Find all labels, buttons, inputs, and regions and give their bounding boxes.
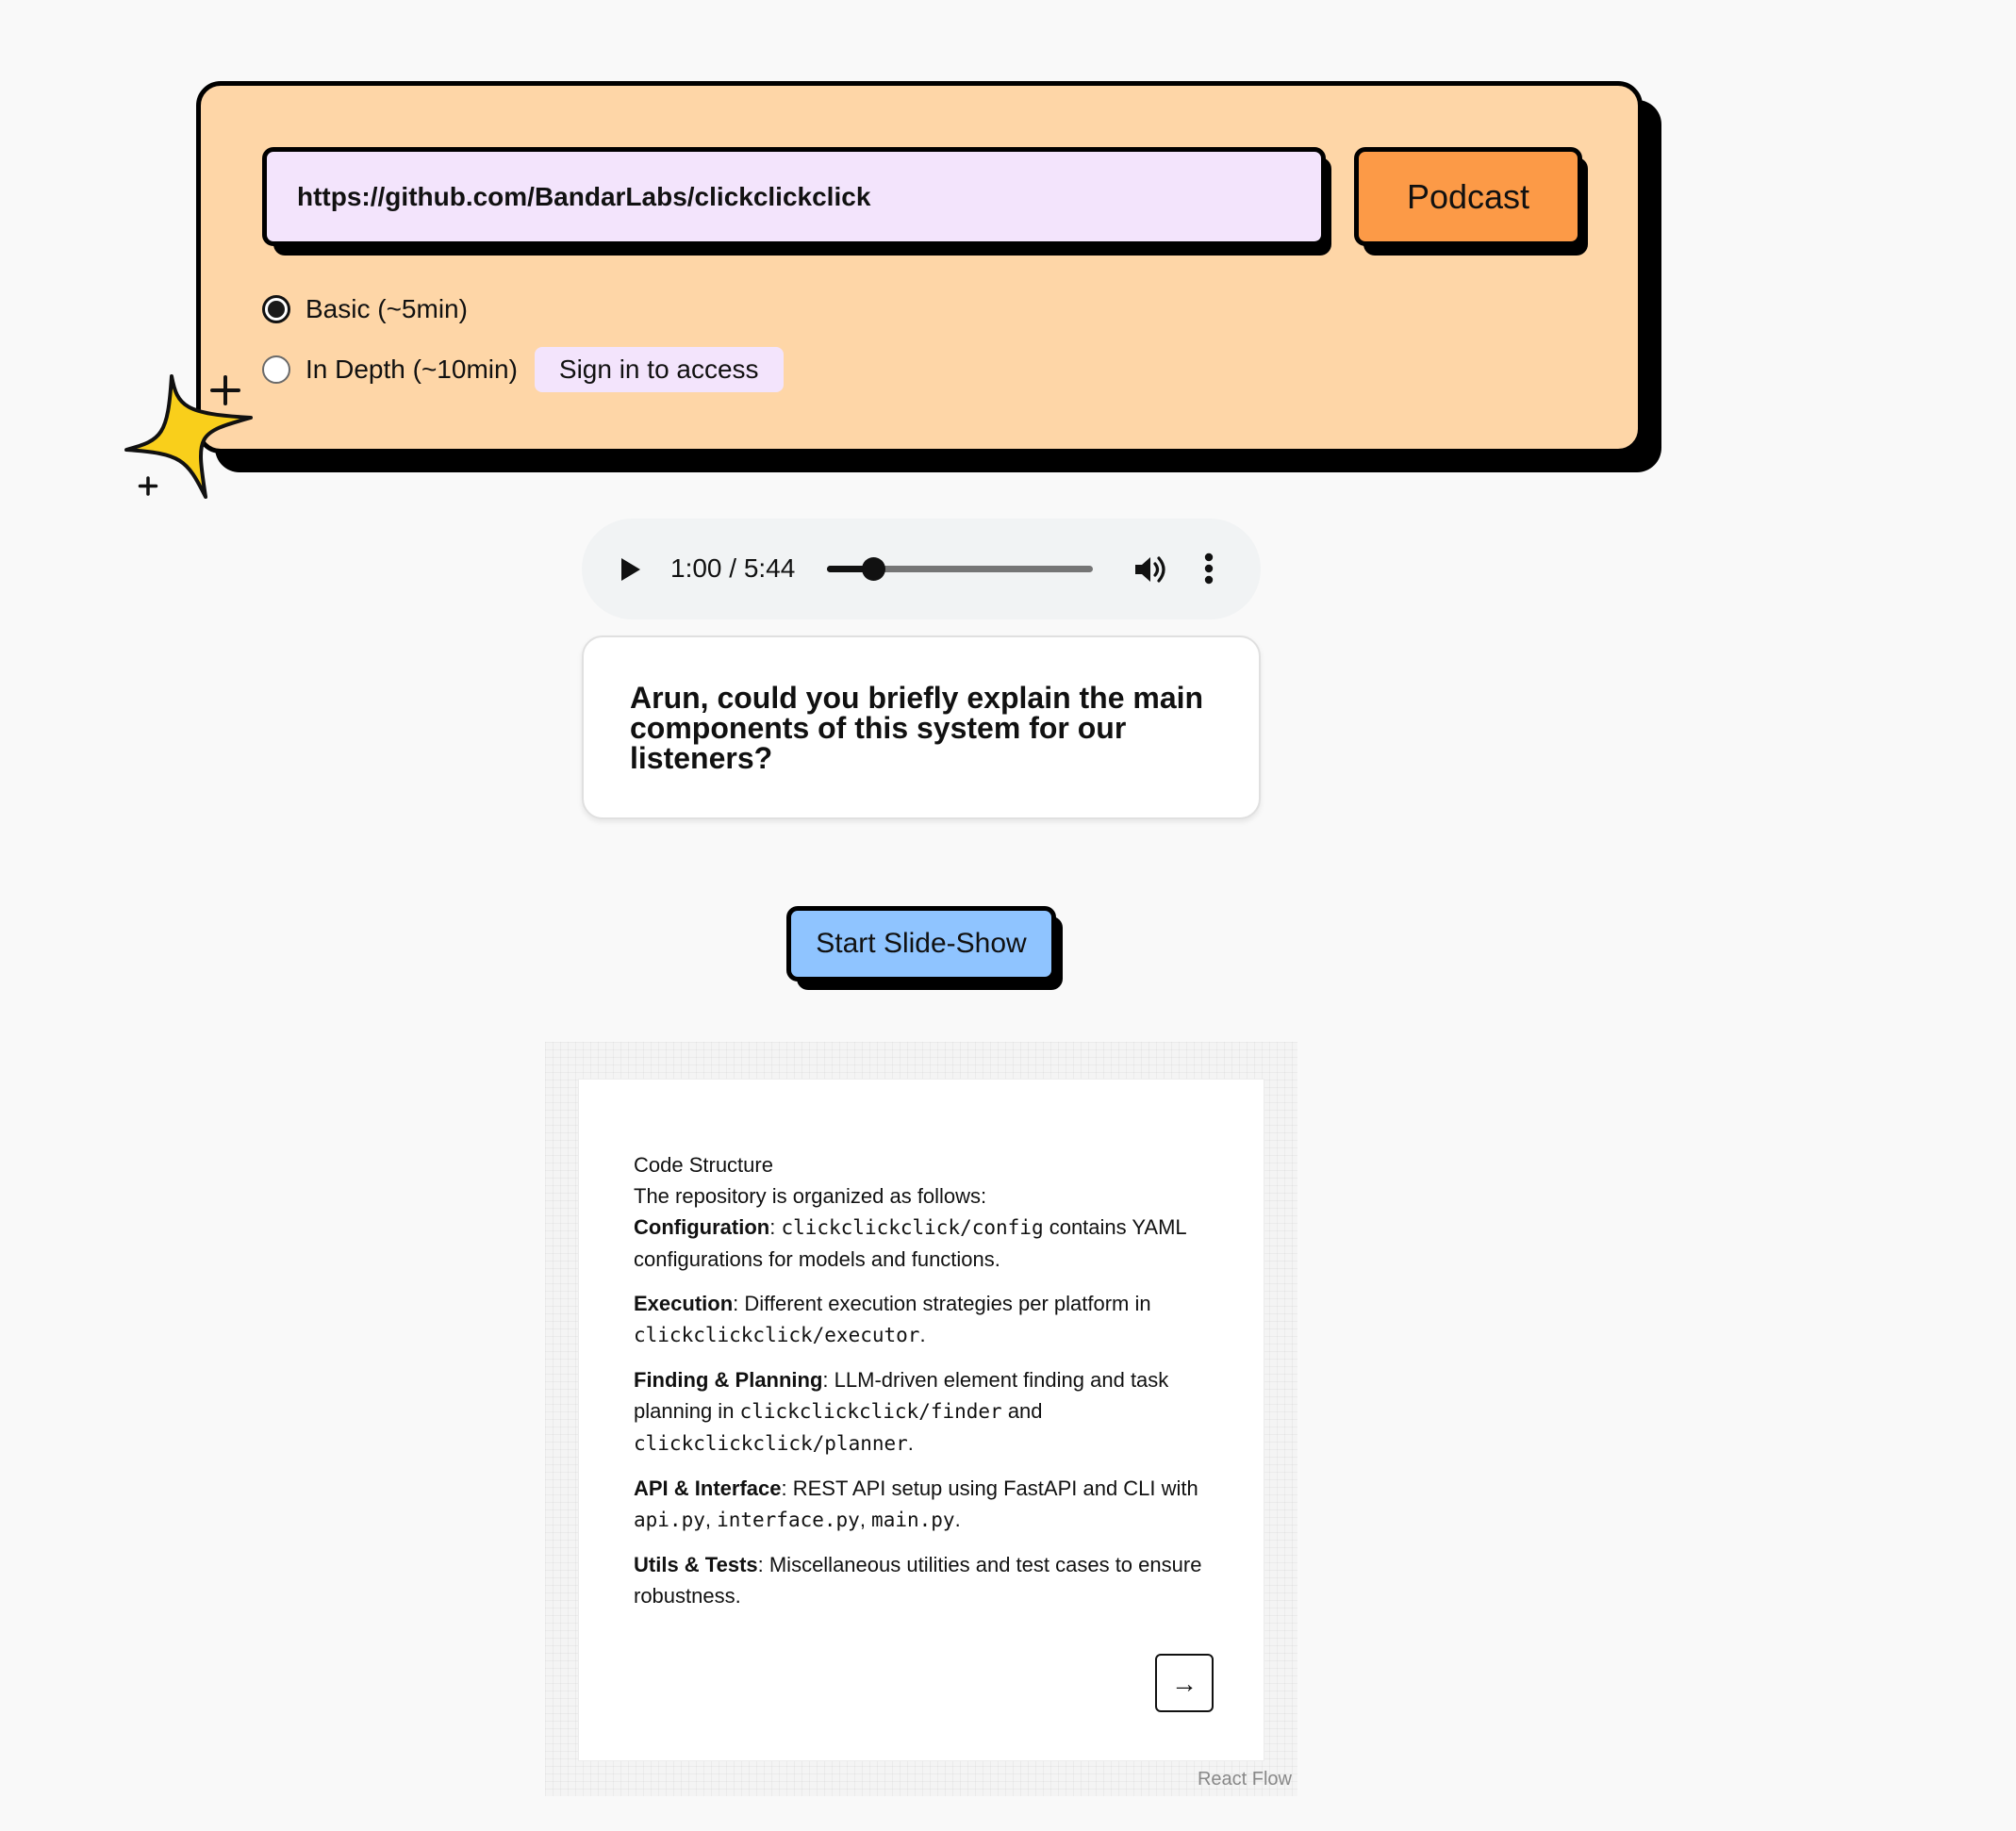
arrow-right-icon: → [1171,1668,1198,1698]
volume-icon[interactable] [1133,553,1167,586]
slide-item-label: Configuration [634,1215,770,1239]
slide-item: Utils & Tests: Miscellaneous utilities a… [634,1549,1209,1611]
slide-node[interactable]: Code Structure The repository is organiz… [578,1079,1264,1761]
slide-intro: The repository is organized as follows: [634,1184,987,1208]
slide-item-label: Execution [634,1292,734,1315]
seek-slider[interactable] [827,557,1093,581]
option-in-depth-label: In Depth (~10min) [306,355,518,384]
slide-item-text: : Different execution strategies per pla… [733,1292,1151,1315]
radio-in-depth[interactable] [262,355,290,384]
slide-item-text: . [919,1323,926,1346]
radio-basic[interactable] [262,295,290,323]
slide-item: API & Interface: REST API setup using Fa… [634,1473,1209,1536]
slide-items: Configuration: clickclickclick/config co… [634,1212,1209,1611]
slide-item-text: , [859,1508,872,1531]
slide-item: Execution: Different execution strategie… [634,1288,1209,1351]
slide-item-text: : REST API setup using FastAPI and CLI w… [781,1476,1198,1500]
caption-box: Arun, could you briefly explain the main… [582,635,1261,819]
slide-item-label: API & Interface [634,1476,782,1500]
option-basic-label: Basic (~5min) [306,294,468,323]
seek-thumb[interactable] [862,557,886,581]
slide-item-code: clickclickclick/config [781,1216,1044,1239]
audio-player: 1:00 / 5:44 [582,519,1261,619]
slide-item-code: clickclickclick/finder [739,1400,1002,1423]
sparkle-star-icon [124,374,253,499]
slide-item: Configuration: clickclickclick/config co… [634,1212,1209,1275]
slide-item-label: Finding & Planning [634,1368,823,1392]
slide-item-code: api.py [634,1509,705,1531]
slide-item-code: main.py [871,1509,955,1531]
slide-item-text: , [704,1508,718,1531]
repo-url-input[interactable] [262,147,1326,246]
slide-item-text: . [907,1431,914,1455]
option-in-depth[interactable]: In Depth (~10min) Sign in to access [262,347,784,392]
slide-item-text: and [1001,1399,1043,1423]
slide-item-label: Utils & Tests [634,1553,758,1576]
slide-item-text: . [954,1508,961,1531]
more-vertical-icon[interactable] [1204,553,1214,585]
start-slideshow-button[interactable]: Start Slide-Show [786,906,1056,981]
slide-title: Code Structure [634,1153,773,1177]
react-flow-attribution[interactable]: React Flow [1198,1769,1292,1790]
react-flow-canvas[interactable]: Code Structure The repository is organiz… [545,1042,1297,1796]
sign-in-badge[interactable]: Sign in to access [534,347,784,392]
play-icon[interactable] [618,555,644,584]
slide-item-text: : [769,1215,782,1239]
time-display: 1:00 / 5:44 [670,553,796,583]
next-slide-button[interactable]: → [1155,1654,1214,1712]
slide-item-code: interface.py [717,1509,860,1531]
slide-item-code: clickclickclick/executor [634,1324,920,1346]
podcast-form-card [196,81,1643,454]
podcast-button[interactable]: Podcast [1354,147,1582,246]
slide-item-code: clickclickclick/planner [634,1432,908,1455]
slide-item: Finding & Planning: LLM-driven element f… [634,1364,1209,1460]
caption-text: Arun, could you briefly explain the main… [630,681,1204,775]
option-basic[interactable]: Basic (~5min) [262,294,468,324]
